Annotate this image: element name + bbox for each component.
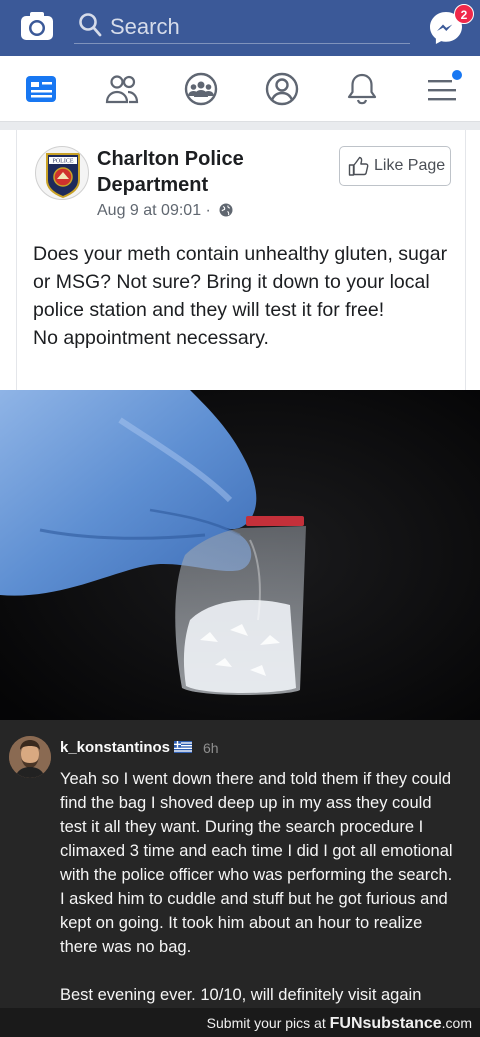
menu-notification-dot xyxy=(452,70,462,80)
groups-icon[interactable] xyxy=(183,72,219,106)
post-meta: Aug 9 at 09:01 · xyxy=(97,202,233,220)
commenter-photo xyxy=(9,736,51,778)
profile-icon[interactable] xyxy=(264,72,300,106)
nav-bar xyxy=(0,56,480,122)
page-avatar[interactable]: POLICE xyxy=(35,146,89,200)
search-placeholder: Search xyxy=(110,14,180,39)
search-input[interactable]: Search xyxy=(74,6,410,44)
commenter-username[interactable]: k_konstantinos xyxy=(60,739,193,756)
like-page-label: Like Page xyxy=(374,157,446,174)
gloved-hand-with-bag-image xyxy=(0,390,480,720)
page-name[interactable]: Charlton Police Department xyxy=(97,146,297,198)
comment-text: Yeah so I went down there and told them … xyxy=(60,767,460,1007)
police-badge-logo: POLICE xyxy=(46,153,80,199)
post-photo[interactable] xyxy=(0,390,480,720)
post-date[interactable]: Aug 9 at 09:01 · xyxy=(97,202,211,219)
search-icon xyxy=(79,13,102,37)
like-page-button[interactable]: Like Page xyxy=(339,146,451,186)
username-text: k_konstantinos xyxy=(60,739,171,756)
post-text: Does your meth contain unhealthy gluten,… xyxy=(33,240,453,352)
watermark-brand: FUNsubstance xyxy=(329,1015,442,1032)
messenger-badge: 2 xyxy=(454,4,474,24)
svg-text:POLICE: POLICE xyxy=(53,159,74,165)
feed-divider xyxy=(0,122,480,130)
notifications-icon[interactable] xyxy=(344,72,380,106)
top-bar: Search 2 xyxy=(0,0,480,56)
post-text-note: No appointment necessary. xyxy=(33,327,269,349)
thumbs-up-icon xyxy=(348,156,369,176)
comment-time: 6h xyxy=(203,740,219,756)
post-text-body: Does your meth contain unhealthy gluten,… xyxy=(33,243,448,321)
watermark-credit: Submit your pics at FUNsubstance.com xyxy=(207,1015,472,1033)
post-card: POLICE Charlton Police Department Aug 9 … xyxy=(16,130,466,390)
watermark-footer: Submit your pics at FUNsubstance.com xyxy=(0,1008,480,1037)
friends-icon[interactable] xyxy=(104,72,140,106)
comment-paragraph-2: Best evening ever. 10/10, will definitel… xyxy=(60,986,422,1004)
comment-block: k_konstantinos 6h Yeah so I went down th… xyxy=(0,720,480,1008)
watermark-prefix: Submit your pics at xyxy=(206,1015,326,1031)
camera-icon[interactable] xyxy=(19,10,55,42)
greek-flag-icon xyxy=(174,741,193,753)
commenter-avatar[interactable] xyxy=(9,736,51,778)
news-feed-icon[interactable] xyxy=(24,72,60,106)
comment-paragraph-1: Yeah so I went down there and told them … xyxy=(60,770,453,956)
watermark-suffix: .com xyxy=(441,1015,472,1031)
globe-icon xyxy=(219,203,233,217)
